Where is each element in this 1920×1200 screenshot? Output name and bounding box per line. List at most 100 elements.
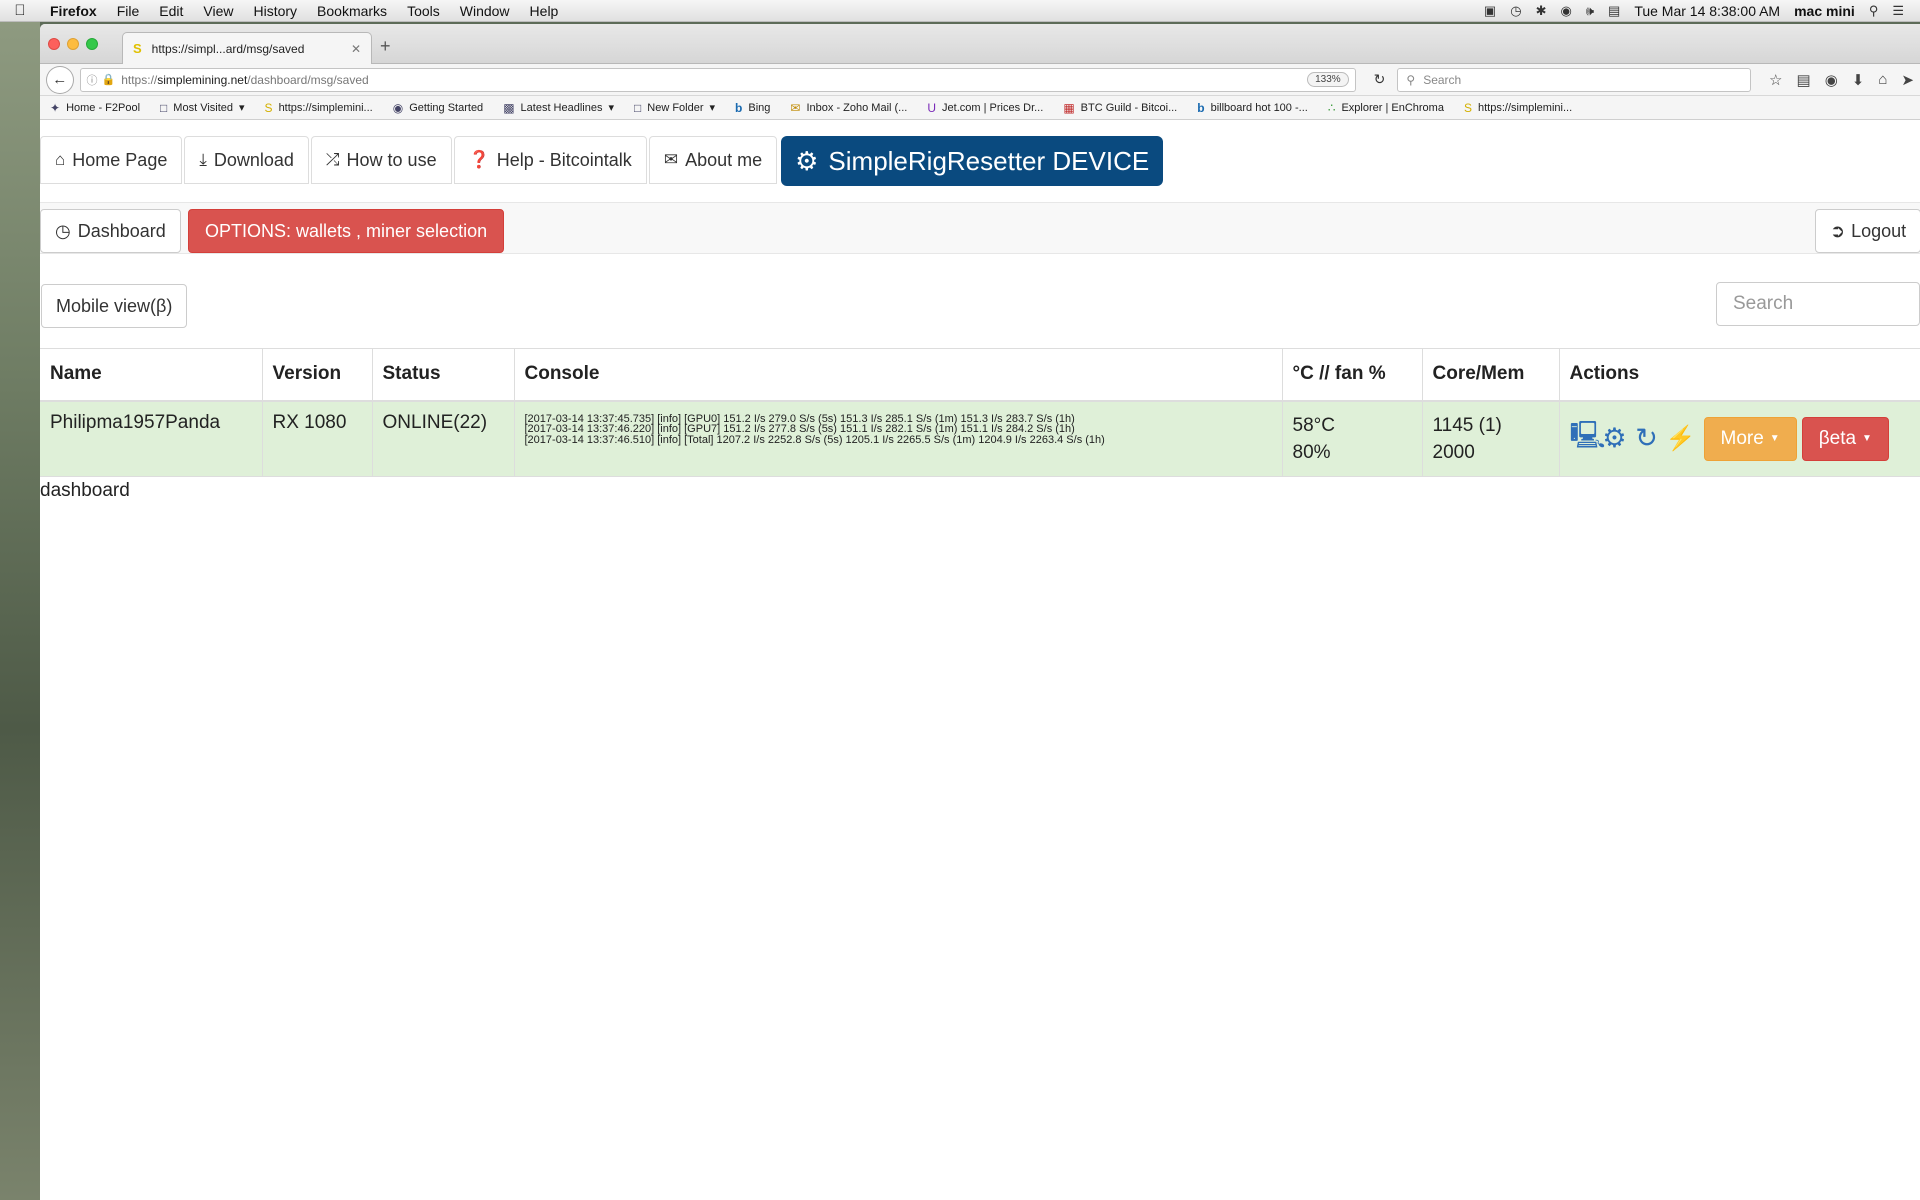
- mobile-view-button[interactable]: Mobile view(β): [41, 284, 188, 328]
- column-header-temp-fan[interactable]: °C // fan %: [1281, 348, 1422, 402]
- notification-center-icon[interactable]: ☰: [1892, 3, 1904, 19]
- bookmark-item[interactable]: U Jet.com | Prices Dr...: [927, 101, 1043, 115]
- column-header-version[interactable]: Version: [261, 348, 372, 402]
- downloads-icon[interactable]: ⬇: [1852, 71, 1865, 89]
- rig-console-cell: [2017-03-14 13:37:45.735] [info] [GPU0] …: [513, 400, 1282, 477]
- dashboard-button[interactable]: ◷ Dashboard: [40, 209, 181, 253]
- reload-icon[interactable]: ↻: [1374, 71, 1386, 88]
- volume-icon[interactable]: 🕪: [1586, 3, 1594, 19]
- table-row: Philipma1957Panda RX 1080 ONLINE(22) [20…: [40, 400, 1920, 477]
- menu-view[interactable]: View: [193, 3, 243, 19]
- spotlight-icon[interactable]: ⚲: [1869, 3, 1879, 19]
- bookmark-folder[interactable]: □ Most Visited ▾: [160, 101, 245, 115]
- site-favicon-icon: S: [1463, 100, 1472, 115]
- globe-icon: ◉: [392, 100, 404, 115]
- beta-dropdown-button[interactable]: βeta ▼: [1801, 416, 1889, 461]
- nav-download[interactable]: ⤓ Download: [184, 136, 309, 184]
- bookmark-item[interactable]: b billboard hot 100 -...: [1197, 101, 1308, 115]
- send-icon[interactable]: ➤: [1901, 71, 1914, 89]
- reading-list-icon[interactable]: ▤: [1797, 71, 1811, 89]
- more-label: More: [1720, 427, 1764, 449]
- core-clock-value: 1145 (1): [1432, 414, 1502, 436]
- url-domain: simplemining.net: [157, 72, 248, 87]
- logout-button[interactable]: ➲ Logout: [1815, 209, 1920, 253]
- apple-menu-icon[interactable]: : [0, 2, 40, 19]
- mem-clock-value: 2000: [1432, 441, 1475, 463]
- bookmark-item[interactable]: ∴ Explorer | EnChroma: [1328, 101, 1444, 115]
- close-tab-icon[interactable]: ✕: [351, 42, 361, 56]
- minimize-window-button[interactable]: [67, 38, 79, 50]
- nav-about-me[interactable]: ✉ About me: [648, 136, 778, 184]
- bookmark-item[interactable]: Shttps://simplemini...: [265, 101, 373, 115]
- rig-name-cell[interactable]: Philipma1957Panda: [40, 400, 262, 477]
- input-source-icon[interactable]: ▤: [1608, 3, 1620, 19]
- search-input[interactable]: [1716, 282, 1920, 326]
- bookmark-item[interactable]: b Bing: [735, 101, 770, 115]
- menu-app-name[interactable]: Firefox: [40, 3, 107, 19]
- nav-home-page[interactable]: ⌂ Home Page: [40, 136, 183, 184]
- menu-bar-status-area: ▣ ◷ ✱ ◉ 🕪 ▤ Tue Mar 14 8:38:00 AM mac mi…: [1484, 3, 1920, 19]
- bookmark-label: Bing: [748, 101, 771, 114]
- screen-share-icon[interactable]: ▣: [1484, 3, 1496, 19]
- site-info-icon[interactable]: ⓘ: [87, 72, 98, 88]
- bookmark-label: Home - F2Pool: [66, 101, 141, 114]
- bookmark-star-icon[interactable]: ☆: [1769, 71, 1782, 89]
- nav-label: Download: [213, 149, 294, 170]
- download-icon: ⤓: [199, 150, 207, 169]
- menu-bookmarks[interactable]: Bookmarks: [307, 3, 397, 19]
- column-header-core-mem[interactable]: Core/Mem: [1421, 348, 1559, 402]
- options-wallets-button[interactable]: OPTIONS: wallets , miner selection: [188, 209, 505, 253]
- bookmark-item[interactable]: ◉ Getting Started: [393, 101, 483, 115]
- menu-history[interactable]: History: [243, 3, 307, 19]
- bookmark-item[interactable]: ✦ Home - F2Pool: [50, 101, 140, 115]
- dots-icon: ∴: [1327, 100, 1336, 115]
- brand-device-button[interactable]: ⚙ SimpleRigResetter DEVICE: [781, 136, 1164, 186]
- back-button[interactable]: ←: [46, 65, 74, 94]
- home-toolbar-icon[interactable]: ⌂: [1878, 71, 1887, 89]
- zoom-indicator[interactable]: 133%: [1307, 72, 1349, 87]
- sign-in-icon: ➲: [1830, 220, 1846, 241]
- search-icon: ⚲: [1406, 72, 1416, 87]
- gear-icon[interactable]: ⚙: [1602, 423, 1628, 454]
- bing-icon: b: [1197, 100, 1205, 115]
- menu-edit[interactable]: Edit: [149, 3, 193, 19]
- menu-window[interactable]: Window: [450, 3, 520, 19]
- nav-how-to-use[interactable]: ⤮ How to use: [310, 136, 452, 184]
- web-search-field[interactable]: ⚲ Search: [1397, 67, 1752, 92]
- lightning-icon[interactable]: ⚡: [1666, 424, 1696, 453]
- menu-tools[interactable]: Tools: [397, 3, 450, 19]
- bookmark-item[interactable]: ▦ BTC Guild - Bitcoi...: [1063, 101, 1177, 115]
- wifi-icon[interactable]: ◉: [1560, 3, 1571, 19]
- bookmark-folder[interactable]: □ New Folder ▾: [634, 101, 715, 115]
- menu-help[interactable]: Help: [520, 3, 569, 19]
- bing-icon: b: [735, 100, 743, 115]
- bookmark-folder[interactable]: ▩ Latest Headlines ▾: [503, 101, 614, 115]
- menu-clock[interactable]: Tue Mar 14 8:38:00 AM: [1634, 3, 1780, 19]
- menu-user-name[interactable]: mac mini: [1794, 3, 1855, 19]
- refresh-icon[interactable]: ↻: [1634, 423, 1660, 454]
- bluetooth-icon[interactable]: ✱: [1536, 3, 1547, 19]
- bookmark-item[interactable]: Shttps://simplemini...: [1464, 101, 1572, 115]
- mac-menu-bar:  Firefox File Edit View History Bookmar…: [0, 0, 1920, 22]
- menu-file[interactable]: File: [107, 3, 150, 19]
- column-header-status[interactable]: Status: [371, 348, 514, 402]
- close-window-button[interactable]: [48, 38, 60, 50]
- caret-down-icon: ▼: [1769, 433, 1780, 444]
- console-line: [2017-03-14 13:37:46.220] [info] [GPU7] …: [524, 423, 1075, 435]
- web-search-placeholder: Search: [1423, 72, 1462, 87]
- column-header-console[interactable]: Console: [513, 348, 1282, 402]
- pocket-icon[interactable]: ◉: [1825, 71, 1838, 89]
- nav-help-bitcointalk[interactable]: ❓ Help - Bitcointalk: [453, 136, 647, 184]
- browser-tab-active[interactable]: S https://simpl...ard/msg/saved ✕: [122, 32, 372, 64]
- rig-status-cell: ONLINE(22): [371, 400, 514, 477]
- time-machine-icon[interactable]: ◷: [1510, 3, 1521, 19]
- column-header-name[interactable]: Name: [40, 348, 262, 402]
- new-tab-button[interactable]: +: [380, 36, 391, 57]
- site-favicon-icon: S: [264, 100, 273, 115]
- monitor-icon[interactable]: 🖳: [1570, 416, 1606, 462]
- zoom-window-button[interactable]: [86, 38, 98, 50]
- bookmark-item[interactable]: ✉ Inbox - Zoho Mail (...: [790, 101, 907, 115]
- more-dropdown-button[interactable]: More ▼: [1703, 416, 1797, 461]
- url-bar[interactable]: ⓘ 🔒 https://simplemining.net/dashboard/m…: [79, 67, 1356, 92]
- footer-dashboard-text: dashboard: [40, 480, 130, 501]
